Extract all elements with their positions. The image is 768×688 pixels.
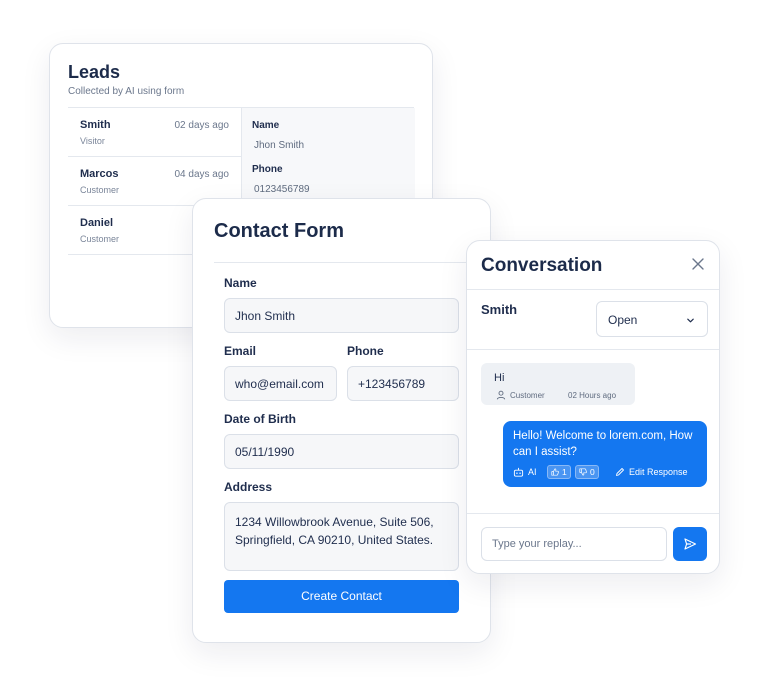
lead-name: Daniel bbox=[80, 217, 114, 229]
dob-label: Date of Birth bbox=[224, 412, 296, 426]
detail-phone-label: Phone bbox=[252, 164, 283, 175]
outgoing-message-text: Hello! Welcome to lorem.com, How can I a… bbox=[513, 430, 693, 458]
dob-input[interactable]: 05/11/1990 bbox=[224, 434, 459, 469]
address-label: Address bbox=[224, 480, 273, 494]
lead-role: Customer bbox=[80, 185, 120, 195]
address-line: 1234 Willowbrook Avenue, Suite 506, bbox=[235, 515, 434, 529]
incoming-message-time: 02 Hours ago bbox=[568, 391, 617, 400]
lead-name: Smith bbox=[80, 119, 111, 131]
detail-name-label: Name bbox=[252, 120, 280, 131]
dislike-button[interactable]: 0 bbox=[575, 465, 599, 479]
address-line: Springfield, CA 90210, United States. bbox=[235, 533, 434, 547]
email-input[interactable]: who@email.com bbox=[224, 366, 337, 401]
incoming-message-sender: Customer bbox=[510, 391, 545, 400]
contact-form-title: Contact Form bbox=[214, 220, 344, 242]
person-icon bbox=[496, 390, 506, 400]
incoming-message: Hi Customer 02 Hours ago bbox=[481, 363, 635, 405]
like-button[interactable]: 1 bbox=[547, 465, 571, 479]
close-icon[interactable] bbox=[691, 257, 705, 271]
conversation-contact-name: Smith bbox=[481, 302, 518, 317]
lead-role: Visitor bbox=[80, 136, 105, 146]
pencil-icon[interactable] bbox=[615, 467, 625, 477]
reply-input[interactable]: Type your replay... bbox=[481, 527, 667, 561]
create-contact-button[interactable]: Create Contact bbox=[224, 580, 459, 613]
leads-title: Leads bbox=[68, 62, 121, 82]
name-input[interactable]: Jhon Smith bbox=[224, 298, 459, 333]
conversation-card: Conversation Smith Open Hi Customer 02 H… bbox=[466, 240, 720, 574]
lead-time: 02 days ago bbox=[174, 120, 230, 131]
outgoing-message-sender: AI bbox=[528, 467, 537, 477]
lead-row[interactable]: Smith Visitor 02 days ago bbox=[68, 108, 241, 157]
send-icon bbox=[684, 538, 697, 550]
robot-icon bbox=[513, 467, 524, 477]
contact-form-divider bbox=[214, 262, 469, 263]
thumbs-up-icon bbox=[551, 468, 559, 476]
lead-role: Customer bbox=[80, 234, 120, 244]
leads-subtitle: Collected by AI using form bbox=[68, 86, 185, 97]
edit-response-button[interactable]: Edit Response bbox=[629, 467, 688, 477]
email-label: Email bbox=[224, 344, 257, 358]
conversation-divider bbox=[467, 289, 719, 290]
name-label: Name bbox=[224, 276, 257, 290]
contact-form-card: Contact Form Name Jhon Smith Email who@e… bbox=[192, 198, 491, 643]
chevron-down-icon bbox=[687, 318, 694, 323]
like-count: 1 bbox=[562, 467, 567, 477]
status-value: Open bbox=[608, 313, 638, 327]
dislike-count: 0 bbox=[590, 467, 595, 477]
phone-label: Phone bbox=[347, 344, 384, 358]
address-textarea[interactable]: 1234 Willowbrook Avenue, Suite 506, Spri… bbox=[224, 502, 459, 571]
detail-name-value: Jhon Smith bbox=[254, 140, 305, 151]
status-select[interactable]: Open bbox=[596, 301, 708, 337]
conversation-divider bbox=[467, 513, 719, 514]
send-button[interactable] bbox=[673, 527, 707, 561]
lead-time: 04 days ago bbox=[174, 169, 230, 180]
phone-input[interactable]: +123456789 bbox=[347, 366, 459, 401]
detail-phone-value: 0123456789 bbox=[254, 184, 310, 195]
incoming-message-text: Hi bbox=[494, 372, 505, 384]
lead-name: Marcos bbox=[80, 168, 119, 180]
thumbs-down-icon bbox=[579, 468, 587, 476]
outgoing-message: Hello! Welcome to lorem.com, How can I a… bbox=[503, 421, 707, 487]
conversation-title: Conversation bbox=[481, 255, 603, 276]
conversation-divider bbox=[467, 349, 719, 350]
